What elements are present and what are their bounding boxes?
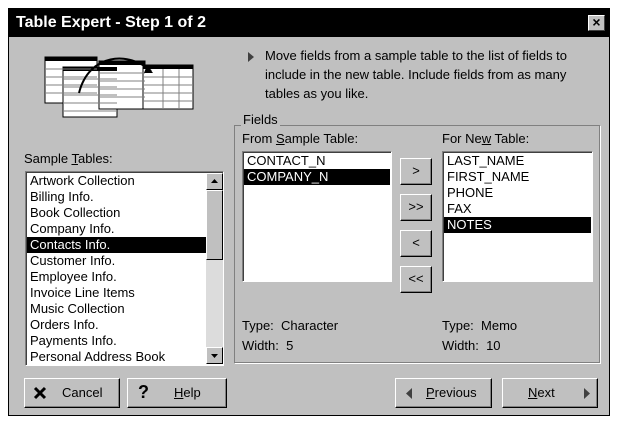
- sample-tables-label: Sample Tables:: [24, 151, 113, 166]
- sample-table-item[interactable]: Orders Info.: [27, 317, 206, 333]
- table-expert-dialog: Table Expert - Step 1 of 2 × Move fields…: [8, 8, 610, 416]
- for-new-list: LAST_NAME FIRST_NAME PHONE FAX NOTES: [444, 153, 591, 233]
- sample-table-item[interactable]: Artwork Collection: [27, 173, 206, 189]
- bullet-triangle-icon: [248, 52, 254, 62]
- fields-legend: Fields: [241, 112, 280, 127]
- for-new-table-label: For New Table:: [442, 131, 530, 146]
- add-all-fields-button[interactable]: >>: [400, 194, 432, 221]
- sample-table-item[interactable]: Personal Address Book: [27, 349, 206, 365]
- remove-field-button[interactable]: <: [400, 230, 432, 257]
- sample-table-item[interactable]: Book Collection: [27, 205, 206, 221]
- cancel-button[interactable]: Cancel: [24, 378, 120, 408]
- new-width-value: 10: [486, 338, 501, 353]
- help-button[interactable]: ? Help: [127, 378, 227, 408]
- scroll-down-button[interactable]: [206, 347, 223, 364]
- sample-tables-list: Artwork Collection Billing Info. Book Coll…: [27, 173, 206, 365]
- from-type-row: Type: Character: [242, 318, 339, 333]
- new-field-item[interactable]: PHONE: [444, 185, 591, 201]
- from-sample-list: CONTACT_N COMPANY_N: [244, 153, 390, 185]
- from-type-value: Character: [281, 318, 339, 333]
- from-sample-table-label: From Sample Table:: [242, 131, 359, 146]
- new-field-item[interactable]: FAX: [444, 201, 591, 217]
- sample-table-item[interactable]: Employee Info.: [27, 269, 206, 285]
- previous-button[interactable]: Previous: [395, 378, 492, 408]
- from-field-item[interactable]: COMPANY_N: [244, 169, 390, 185]
- arrow-up-icon: [211, 179, 218, 183]
- new-field-item[interactable]: LAST_NAME: [444, 153, 591, 169]
- from-field-item[interactable]: CONTACT_N: [244, 153, 390, 169]
- new-width-row: Width: 10: [442, 338, 501, 353]
- scroll-up-button[interactable]: [206, 173, 223, 190]
- new-type-value: Memo: [481, 318, 518, 333]
- scroll-thumb[interactable]: [206, 190, 223, 260]
- sample-table-item[interactable]: Customer Info.: [27, 253, 206, 269]
- x-icon: [33, 386, 47, 400]
- from-sample-table-listbox[interactable]: CONTACT_N COMPANY_N: [242, 151, 392, 282]
- triangle-right-icon: [584, 388, 590, 399]
- new-field-item[interactable]: NOTES: [444, 217, 591, 233]
- sample-table-item[interactable]: Company Info.: [27, 221, 206, 237]
- next-button[interactable]: Next: [502, 378, 598, 408]
- close-icon: ×: [592, 14, 601, 30]
- sample-tables-listbox[interactable]: Artwork Collection Billing Info. Book Coll…: [25, 171, 224, 366]
- sample-tables-scrollbar[interactable]: [206, 173, 223, 364]
- title-bar: Table Expert - Step 1 of 2 ×: [9, 9, 609, 37]
- table-diagram-icon: [44, 56, 194, 118]
- triangle-left-icon: [406, 388, 412, 399]
- close-button[interactable]: ×: [588, 15, 605, 31]
- sample-table-item[interactable]: Music Collection: [27, 301, 206, 317]
- remove-all-fields-button[interactable]: <<: [400, 266, 432, 293]
- instruction-text: Move fields from a sample table to the l…: [265, 48, 568, 101]
- sample-table-item[interactable]: Invoice Line Items: [27, 285, 206, 301]
- window-title: Table Expert - Step 1 of 2: [16, 14, 206, 31]
- from-width-value: 5: [286, 338, 294, 353]
- sample-table-item[interactable]: Payments Info.: [27, 333, 206, 349]
- add-field-button[interactable]: >: [400, 158, 432, 185]
- arrow-down-icon: [211, 354, 218, 358]
- question-icon: ?: [138, 382, 149, 402]
- for-new-table-listbox[interactable]: LAST_NAME FIRST_NAME PHONE FAX NOTES: [442, 151, 593, 282]
- new-field-item[interactable]: FIRST_NAME: [444, 169, 591, 185]
- from-width-row: Width: 5: [242, 338, 294, 353]
- new-type-row: Type: Memo: [442, 318, 518, 333]
- sample-table-item[interactable]: Billing Info.: [27, 189, 206, 205]
- sample-table-item[interactable]: Contacts Info.: [27, 237, 206, 253]
